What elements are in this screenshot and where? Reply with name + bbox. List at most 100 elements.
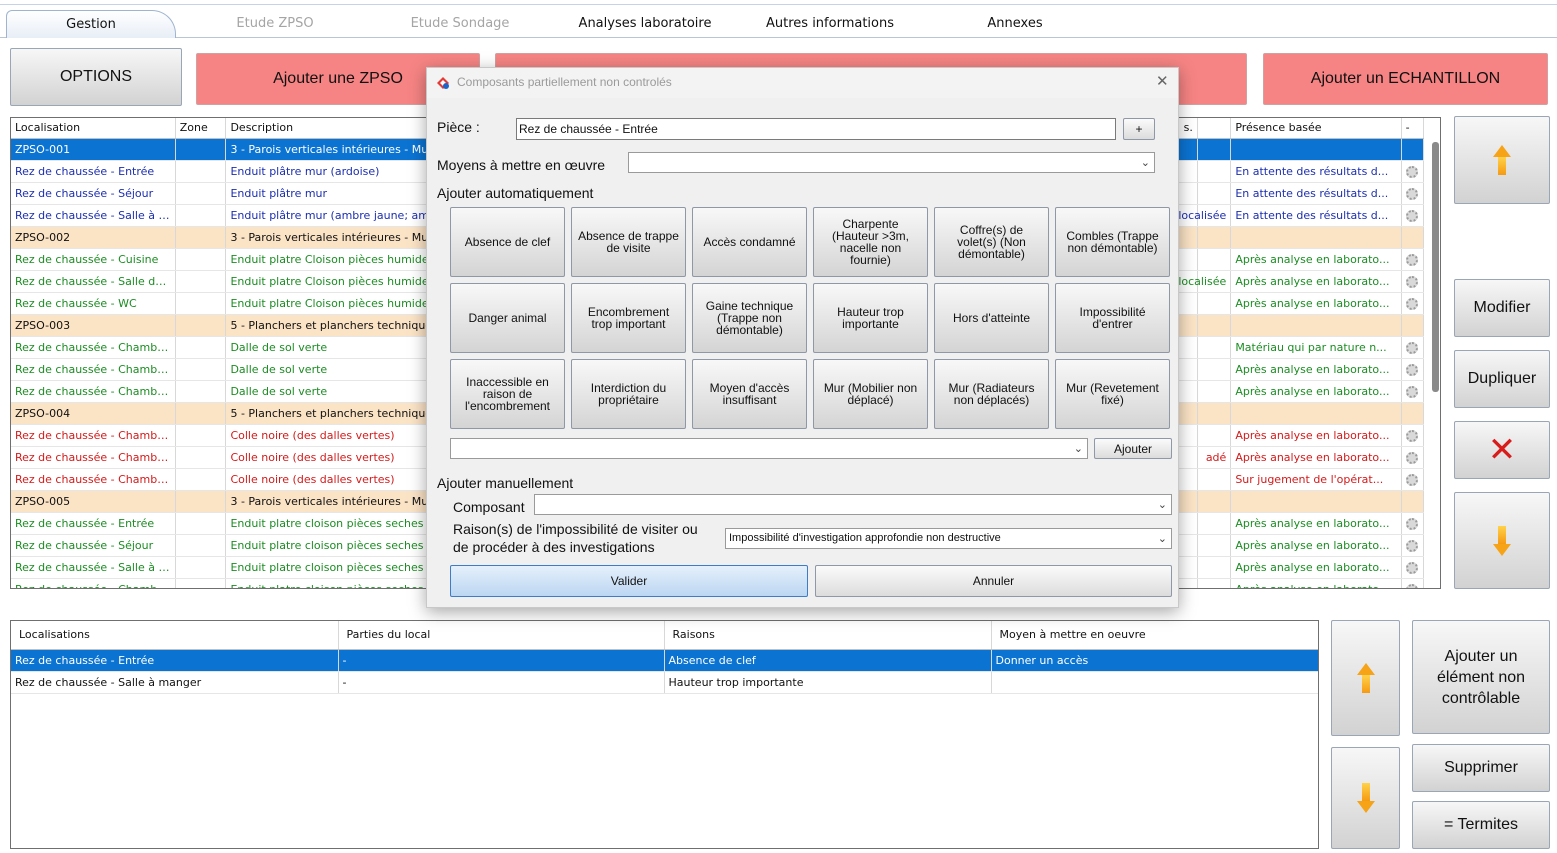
cell-action[interactable] [1401, 556, 1425, 579]
auto-reason-button[interactable]: Gaine technique (Trappe non démontable) [692, 283, 807, 353]
cell-action[interactable] [1401, 446, 1425, 469]
col-zone[interactable]: Zone [175, 118, 227, 139]
col-localisations[interactable]: Localisations [11, 621, 339, 650]
cell-action[interactable] [1401, 468, 1425, 491]
gear-icon[interactable] [1405, 561, 1418, 574]
main-grid-scrollbar[interactable] [1432, 142, 1439, 392]
add-echantillon-button[interactable]: Ajouter un ECHANTILLON [1263, 53, 1548, 105]
cell-action[interactable] [1401, 314, 1425, 337]
auto-reason-button[interactable]: Absence de clef [450, 207, 565, 277]
ajouter-button[interactable]: Ajouter [1094, 438, 1172, 459]
auto-reason-button[interactable]: Hauteur trop importante [813, 283, 928, 353]
cell-action[interactable] [1401, 138, 1425, 161]
auto-reason-button[interactable]: Encombrement trop important [571, 283, 686, 353]
auto-reason-button[interactable]: Combles (Trappe non démontable) [1055, 207, 1170, 277]
close-icon[interactable]: ✕ [1156, 72, 1169, 90]
dupliquer-button[interactable]: Dupliquer [1454, 350, 1550, 408]
tab-gestion[interactable]: Gestion [6, 10, 176, 38]
col-moyen[interactable]: Moyen à mettre en oeuvre [991, 621, 1318, 650]
non-controlable-row[interactable]: Rez de chaussée - Salle à manger - Hauteur… [11, 671, 1318, 694]
options-button[interactable]: OPTIONS [10, 48, 182, 106]
gear-icon[interactable] [1405, 165, 1418, 178]
cell-action[interactable] [1401, 204, 1425, 227]
valider-button[interactable]: Valider [450, 565, 808, 597]
non-controlable-grid: Localisations Parties du local Raisons M… [10, 620, 1319, 849]
cell-presence: En attente des résultats d... [1230, 204, 1402, 227]
gear-icon[interactable] [1405, 429, 1418, 442]
tab-etude-sondage[interactable]: Etude Sondage [375, 10, 545, 38]
gear-icon[interactable] [1405, 187, 1418, 200]
cell-action[interactable] [1401, 402, 1425, 425]
moyens-select[interactable]: ⌄ [628, 152, 1155, 173]
move-down-button[interactable] [1454, 492, 1550, 589]
auto-reason-button[interactable]: Mur (Mobilier non déplacé) [813, 359, 928, 429]
cell-zone [175, 424, 227, 447]
cell-action[interactable] [1401, 292, 1425, 315]
cell-action[interactable] [1401, 534, 1425, 557]
auto-reason-button[interactable]: Danger animal [450, 283, 565, 353]
auto-reason-button[interactable]: Mur (Radiateurs non déplacés) [934, 359, 1049, 429]
auto-reason-button[interactable]: Hors d'atteinte [934, 283, 1049, 353]
cell-action[interactable] [1401, 512, 1425, 535]
supprimer-button[interactable]: Supprimer [1412, 744, 1550, 792]
gear-icon[interactable] [1405, 473, 1418, 486]
composant-select[interactable]: ⌄ [534, 494, 1172, 515]
cell-localisation: ZPSO-004 [11, 402, 176, 425]
auto-reason-button[interactable]: Impossibilité d'entrer [1055, 283, 1170, 353]
tab-etude-zpso[interactable]: Etude ZPSO [190, 10, 360, 38]
raison-select[interactable]: Impossibilité d'investigation approfondi… [725, 528, 1172, 549]
auto-reason-button[interactable]: Coffre(s) de volet(s) (Non démontable) [934, 207, 1049, 277]
tab-annexes[interactable]: Annexes [930, 10, 1100, 38]
cell-action[interactable] [1401, 226, 1425, 249]
col-raisons[interactable]: Raisons [664, 621, 992, 650]
gear-icon[interactable] [1405, 385, 1418, 398]
termites-button[interactable]: = Termites [1412, 801, 1550, 849]
cell-action[interactable] [1401, 490, 1425, 513]
delete-button[interactable]: ✕ [1454, 421, 1550, 479]
cell-action[interactable] [1401, 578, 1425, 588]
auto-reason-button[interactable]: Mur (Revetement fixé) [1055, 359, 1170, 429]
col-hidden[interactable] [1197, 118, 1232, 139]
non-controlable-row[interactable]: Rez de chaussée - Entrée - Absence de clef… [11, 649, 1318, 672]
auto-reason-button[interactable]: Moyen d'accès insuffisant [692, 359, 807, 429]
auto-reason-button[interactable]: Interdiction du propriétaire [571, 359, 686, 429]
annuler-button[interactable]: Annuler [815, 565, 1172, 597]
cell-action[interactable] [1401, 182, 1425, 205]
move-up-button[interactable] [1454, 116, 1550, 204]
col-parties[interactable]: Parties du local [338, 621, 665, 650]
cell-action[interactable] [1401, 358, 1425, 381]
tab-autres-informations[interactable]: Autres informations [745, 10, 915, 38]
col-action[interactable]: - [1401, 118, 1425, 139]
bottom-move-down-button[interactable] [1331, 747, 1400, 849]
auto-reason-button[interactable]: Inaccessible en raison de l'encombrement [450, 359, 565, 429]
col-localisation[interactable]: Localisation [11, 118, 176, 139]
gear-icon[interactable] [1405, 539, 1418, 552]
cell-action[interactable] [1401, 424, 1425, 447]
cell-action[interactable] [1401, 336, 1425, 359]
auto-reason-button[interactable]: Charpente (Hauteur >3m, nacelle non four… [813, 207, 928, 277]
add-non-controlable-button[interactable]: Ajouter un élément non contrôlable [1412, 620, 1550, 734]
bottom-move-up-button[interactable] [1331, 620, 1400, 736]
auto-reason-button[interactable]: Absence de trappe de visite [571, 207, 686, 277]
cell-action[interactable] [1401, 248, 1425, 271]
auto-reason-button[interactable]: Accès condamné [692, 207, 807, 277]
gear-icon[interactable] [1405, 451, 1418, 464]
modifier-button[interactable]: Modifier [1454, 279, 1550, 337]
gear-icon[interactable] [1405, 363, 1418, 376]
gear-icon[interactable] [1405, 209, 1418, 222]
cell-action[interactable] [1401, 270, 1425, 293]
gear-icon[interactable] [1405, 275, 1418, 288]
cell-action[interactable] [1401, 160, 1425, 183]
piece-input[interactable]: Rez de chaussée - Entrée [516, 118, 1116, 140]
gear-icon[interactable] [1405, 341, 1418, 354]
dialog-titlebar: Composants partiellement non controlés ✕ [427, 68, 1178, 98]
gear-icon[interactable] [1405, 517, 1418, 530]
tab-analyses-laboratoire[interactable]: Analyses laboratoire [560, 10, 730, 38]
gear-icon[interactable] [1405, 583, 1418, 588]
auto-select[interactable]: ⌄ [450, 438, 1088, 459]
cell-action[interactable] [1401, 380, 1425, 403]
gear-icon[interactable] [1405, 253, 1418, 266]
gear-icon[interactable] [1405, 297, 1418, 310]
add-piece-button[interactable]: + [1123, 118, 1155, 140]
col-presence[interactable]: Présence basée [1230, 118, 1402, 139]
